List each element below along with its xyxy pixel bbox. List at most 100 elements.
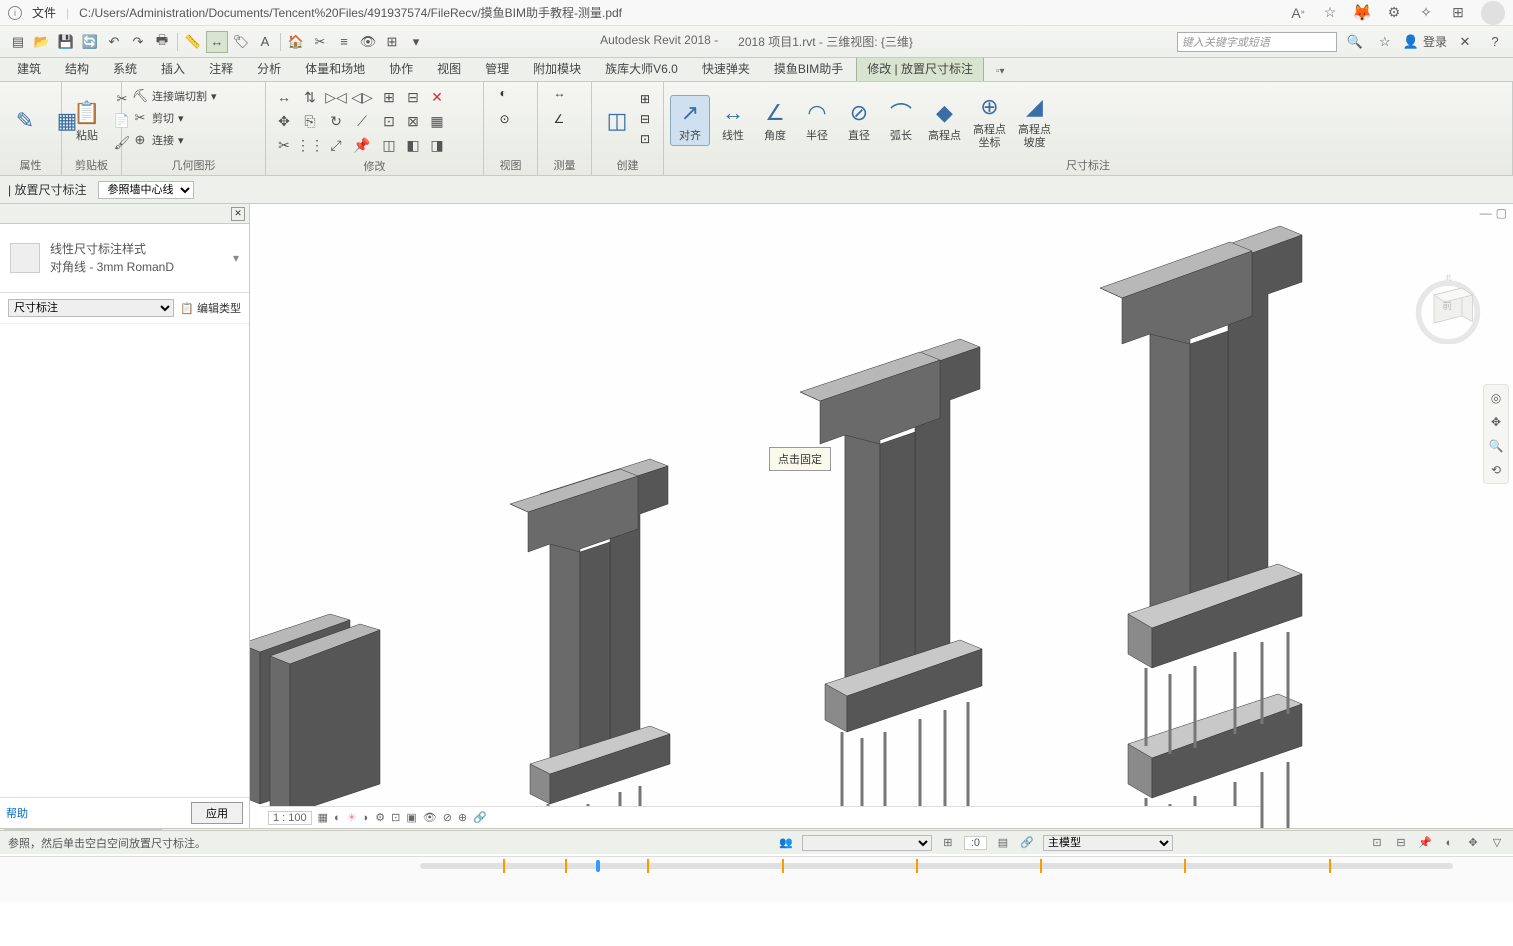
- grid-icon-5[interactable]: ▦: [426, 110, 448, 132]
- tab-manage[interactable]: 管理: [474, 55, 520, 81]
- customize-qat-icon[interactable]: ▾: [405, 31, 427, 53]
- tab-overflow-icon[interactable]: ▫▾: [992, 62, 1009, 81]
- align-dim-icon[interactable]: ↔: [206, 31, 228, 53]
- worksets-icon[interactable]: 👥: [778, 835, 794, 851]
- create-icon-3[interactable]: ⊡: [640, 132, 658, 150]
- favorite-star-icon[interactable]: ☆: [1321, 4, 1339, 22]
- sync-icon[interactable]: 🔄: [79, 31, 101, 53]
- save-icon[interactable]: 💾: [55, 31, 77, 53]
- split-icon[interactable]: ✂: [272, 134, 296, 156]
- favorites-icon[interactable]: ✧: [1417, 4, 1435, 22]
- tab-insert[interactable]: 插入: [150, 55, 196, 81]
- sel-underlay-icon[interactable]: ⊟: [1393, 835, 1409, 851]
- grid-icon-7[interactable]: ◧: [402, 134, 424, 156]
- del-icon[interactable]: ✕: [426, 86, 448, 108]
- rendering-icon[interactable]: ⚙: [375, 811, 385, 824]
- extension-gear-icon[interactable]: ⚙: [1385, 4, 1403, 22]
- sel-pinned-icon[interactable]: 📌: [1417, 835, 1433, 851]
- switch-window-icon[interactable]: ⊞: [381, 31, 403, 53]
- align-icon[interactable]: ↔: [272, 86, 296, 108]
- tab-collab[interactable]: 协作: [378, 55, 424, 81]
- sel-drag-icon[interactable]: ✥: [1465, 835, 1481, 851]
- tab-family-lib[interactable]: 族库大师V6.0: [594, 55, 689, 81]
- extension-fox-icon[interactable]: 🦊: [1353, 4, 1371, 22]
- undo-icon[interactable]: ↶: [103, 31, 125, 53]
- move-icon[interactable]: ✥: [272, 110, 296, 132]
- dim-arc-button[interactable]: ⌒弧长: [882, 96, 920, 144]
- dim-spot-elev-button[interactable]: ◆高程点: [924, 96, 965, 144]
- help-search-input[interactable]: 键入关键字或短语: [1177, 32, 1337, 52]
- unhide-icon[interactable]: 👁: [423, 811, 437, 824]
- nav-bar[interactable]: ◎ ✥ 🔍 ⟲: [1483, 384, 1509, 484]
- viewport-maximize-icon[interactable]: ▢: [1496, 206, 1507, 220]
- tab-view[interactable]: 视图: [426, 55, 472, 81]
- redo-icon[interactable]: ↷: [127, 31, 149, 53]
- search-icon[interactable]: 🔍: [1344, 31, 1366, 53]
- select-links-icon[interactable]: 🔗: [1019, 835, 1035, 851]
- tab-architecture[interactable]: 建筑: [6, 55, 52, 81]
- trim-icon[interactable]: ⟋: [350, 110, 374, 132]
- close-palette-icon[interactable]: ✕: [231, 207, 245, 221]
- filter-icon[interactable]: ▽: [1489, 835, 1505, 851]
- grid-icon-2[interactable]: ⊟: [402, 86, 424, 108]
- create-icon-1[interactable]: ⊞: [640, 92, 658, 110]
- sel-face-icon[interactable]: ◐: [1441, 835, 1457, 851]
- measure-icon[interactable]: 📏: [182, 31, 204, 53]
- create-similar-button[interactable]: ◫: [598, 104, 636, 138]
- tab-quickclip[interactable]: 快速弹夹: [691, 55, 761, 81]
- view-icon-2[interactable]: ⊙: [500, 112, 522, 134]
- analytical-icon[interactable]: ⊕: [458, 811, 467, 824]
- mirror-draw-icon[interactable]: ◁▷: [350, 86, 374, 108]
- temp-hide-icon[interactable]: ⊘: [443, 811, 452, 824]
- instance-filter-select[interactable]: 尺寸标注: [8, 299, 174, 317]
- mirror-pick-icon[interactable]: ▷◁: [324, 86, 348, 108]
- apply-button[interactable]: 应用: [191, 802, 243, 824]
- measure-icon-2[interactable]: ∠: [554, 112, 576, 134]
- dim-spot-coord-button[interactable]: ⊕高程点 坐标: [969, 90, 1010, 150]
- read-aloud-icon[interactable]: A»: [1289, 4, 1307, 22]
- cope-button[interactable]: ⛏连接端切割 ▾: [128, 86, 221, 106]
- tab-systems[interactable]: 系统: [102, 55, 148, 81]
- editable-only-icon[interactable]: ▤: [995, 835, 1011, 851]
- tab-structure[interactable]: 结构: [54, 55, 100, 81]
- steering-wheel-icon[interactable]: ◎: [1491, 391, 1501, 405]
- 3d-view-icon[interactable]: 🏠: [285, 31, 307, 53]
- dim-aligned-button[interactable]: ↗对齐: [670, 95, 710, 145]
- tab-massing[interactable]: 体量和场地: [294, 55, 376, 81]
- reference-select[interactable]: 参照墙中心线: [98, 181, 194, 199]
- cut-geometry-button[interactable]: ✂剪切 ▾: [128, 108, 188, 128]
- detail-level-icon[interactable]: ▦: [318, 811, 328, 824]
- paste-button[interactable]: 📋粘贴: [68, 96, 106, 144]
- workset-select[interactable]: [802, 835, 932, 851]
- profile-avatar[interactable]: [1481, 1, 1505, 25]
- copy-mod-icon[interactable]: ⎘: [298, 110, 322, 132]
- sub-icon[interactable]: ☆: [1374, 31, 1396, 53]
- dim-angular-button[interactable]: ∠角度: [756, 96, 794, 144]
- crop-visible-icon[interactable]: ▣: [406, 811, 416, 824]
- grid-icon-3[interactable]: ⊡: [378, 110, 400, 132]
- properties-help-link[interactable]: 帮助: [6, 805, 28, 821]
- exchange-icon[interactable]: ✕: [1454, 31, 1476, 53]
- type-dropdown-icon[interactable]: ▾: [233, 251, 239, 265]
- video-timeline[interactable]: [0, 856, 1513, 902]
- constraints-icon[interactable]: 🔗: [473, 811, 487, 824]
- design-options-icon[interactable]: ⊞: [940, 835, 956, 851]
- grid-icon-4[interactable]: ⊠: [402, 110, 424, 132]
- visual-style-icon[interactable]: ◐: [334, 812, 341, 824]
- thin-lines-icon[interactable]: ≡: [333, 31, 355, 53]
- type-selector[interactable]: 线性尺寸标注样式 对角线 - 3mm RomanD ▾: [0, 224, 249, 293]
- sun-path-icon[interactable]: ☀: [347, 811, 357, 824]
- grid-icon-8[interactable]: ◨: [426, 134, 448, 156]
- dim-linear-button[interactable]: ↔线性: [714, 96, 752, 144]
- viewport-minimize-icon[interactable]: —: [1480, 206, 1492, 220]
- pan-icon[interactable]: ✥: [1491, 415, 1501, 429]
- app-menu-icon[interactable]: ▤: [7, 31, 29, 53]
- dim-radial-button[interactable]: ◠半径: [798, 96, 836, 144]
- rotate-icon[interactable]: ↻: [324, 110, 348, 132]
- array-icon[interactable]: ⋮⋮: [298, 134, 322, 156]
- measure-icon-1[interactable]: ↔: [554, 86, 576, 108]
- sel-link-icon[interactable]: ⊡: [1369, 835, 1385, 851]
- shadows-icon[interactable]: ◗: [363, 812, 370, 824]
- create-icon-2[interactable]: ⊟: [640, 112, 658, 130]
- offset-icon[interactable]: ⇅: [298, 86, 322, 108]
